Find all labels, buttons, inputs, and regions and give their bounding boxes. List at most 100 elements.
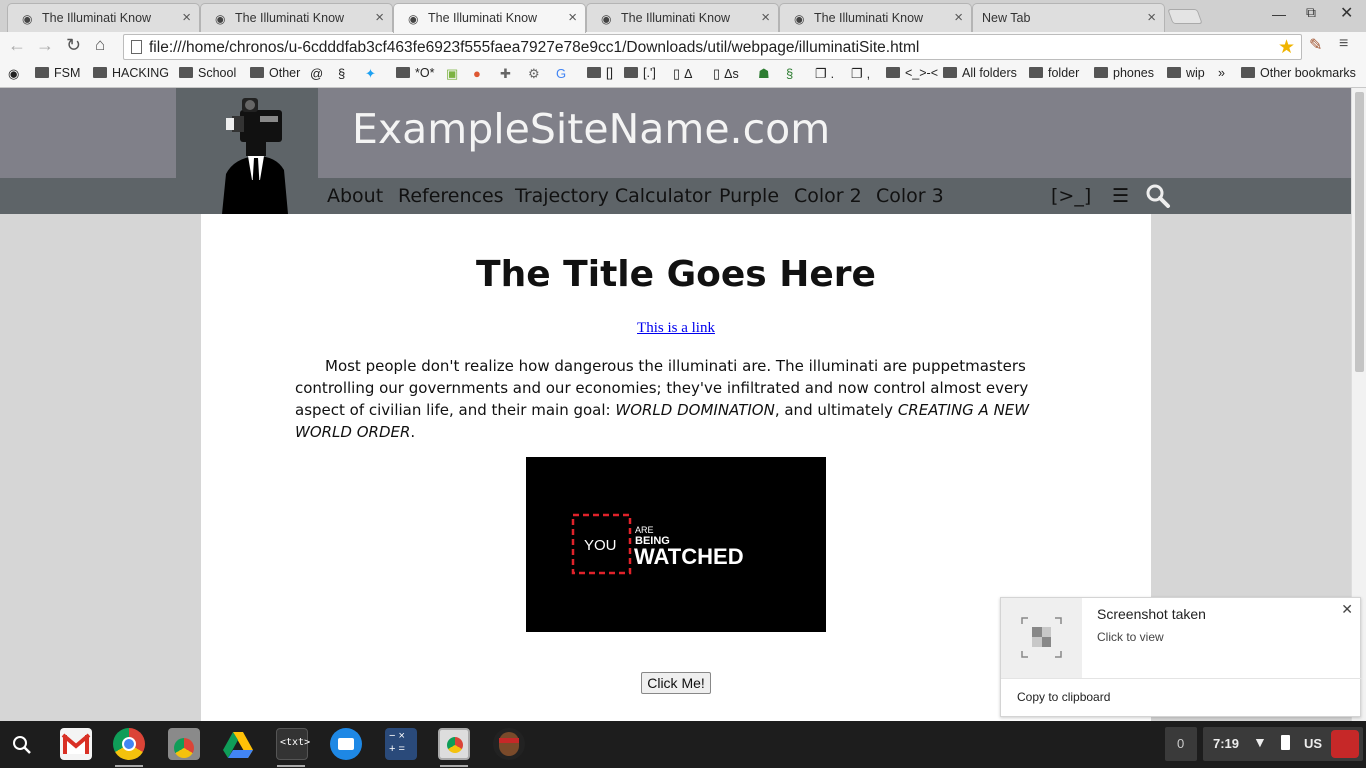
content-link[interactable]: This is a link (201, 320, 1151, 337)
bookmark-gear[interactable]: ⚙ (528, 66, 544, 84)
nav-about[interactable]: About (327, 185, 383, 207)
scrollbar-thumb[interactable] (1355, 92, 1364, 372)
screenshot-notification[interactable]: Screenshot taken Click to view ✕ Copy to… (1000, 597, 1362, 717)
chrome-icon[interactable] (113, 728, 145, 760)
bookmark-folder[interactable]: Other (250, 66, 300, 84)
close-window-icon[interactable]: ✕ (1340, 3, 1353, 23)
bookmark-folder[interactable]: wip (1167, 66, 1205, 84)
close-tab-icon[interactable]: × (954, 9, 963, 26)
site-name[interactable]: ExampleSiteName.com (352, 105, 830, 153)
files-icon[interactable] (330, 728, 362, 760)
site-logo[interactable] (176, 88, 318, 214)
gmail-icon[interactable] (60, 728, 92, 760)
ninja-app-icon[interactable] (493, 728, 525, 760)
browser-tab[interactable]: New Tab × (972, 3, 1165, 32)
bookmark-android[interactable]: ▣ (446, 66, 462, 84)
tab-title: The Illuminati Know (621, 11, 731, 25)
menu-icon[interactable]: ≡ (1339, 35, 1348, 53)
bookmarks-overflow-button[interactable]: » (1218, 66, 1225, 84)
new-tab-button[interactable] (1167, 9, 1203, 24)
browser-toolbar: ← → ↻ ⌂ file:///home/chronos/u-6cdddfab3… (0, 32, 1366, 62)
bookmark-duckduckgo[interactable]: ● (473, 66, 485, 84)
notification-thumbnail (1001, 598, 1082, 678)
browser-tab[interactable]: ◉ The Illuminati Know × (779, 3, 972, 32)
browser-tab[interactable]: ◉ The Illuminati Know × (7, 3, 200, 32)
close-tab-icon[interactable]: × (568, 9, 577, 26)
you-are-being-watched-image: YOU ARE BEING WATCHED (526, 457, 826, 632)
duckduckgo-icon: ● (473, 66, 481, 81)
close-tab-icon[interactable]: × (761, 9, 770, 26)
camera-head-man-icon (222, 98, 288, 214)
nav-references[interactable]: References (398, 185, 504, 207)
folder-icon (179, 67, 193, 78)
bookmark-snake[interactable]: § (786, 66, 797, 84)
bookmark-translate[interactable]: G (556, 66, 570, 84)
notification-count[interactable]: 0 (1165, 727, 1197, 761)
bookmark-folder[interactable]: School (179, 66, 236, 84)
tab-title: The Illuminati Know (235, 11, 345, 25)
browser-window-icon[interactable] (438, 728, 470, 760)
nav-color-2[interactable]: Color 2 (794, 185, 862, 207)
system-tray[interactable]: 7:19 ▼ US (1203, 727, 1363, 761)
bookmark-folder[interactable]: *O* (396, 66, 434, 84)
back-arrow-icon[interactable]: ← (8, 35, 26, 56)
calculator-icon[interactable]: − × + = (385, 728, 417, 760)
browser-tab[interactable]: ◉ The Illuminati Know × (586, 3, 779, 32)
bookmark-folder[interactable]: [.'] (624, 66, 656, 84)
google-drive-icon[interactable] (222, 728, 254, 760)
minimize-icon[interactable]: — (1272, 6, 1286, 22)
bookmark-swirl[interactable]: @ (310, 66, 327, 84)
bookmark-page[interactable]: ▯ Δs (713, 66, 739, 84)
copy-to-clipboard-button[interactable]: Copy to clipboard (1017, 690, 1110, 704)
forward-arrow-icon[interactable]: → (36, 35, 54, 56)
launcher-search-icon[interactable] (12, 735, 32, 755)
bookmark-folder[interactable]: folder (1029, 66, 1079, 84)
page-title: The Title Goes Here (476, 254, 876, 295)
eye-icon: ◉ (215, 12, 226, 26)
click-me-button[interactable]: Click Me! (641, 672, 711, 694)
nav-color-3[interactable]: Color 3 (876, 185, 944, 207)
close-tab-icon[interactable]: × (1147, 9, 1156, 26)
nav-purple[interactable]: Purple (719, 185, 779, 207)
text-editor-icon[interactable]: <txt> (276, 728, 310, 760)
extension-icon[interactable]: ✎ (1309, 35, 1322, 55)
alien-icon: ☗ (758, 66, 770, 81)
hamburger-menu-icon[interactable]: ☰ (1112, 185, 1129, 207)
chrome-window-icon[interactable] (168, 728, 200, 760)
tab-title: The Illuminati Know (814, 11, 924, 25)
bookmark-star-icon[interactable]: ★ (1278, 36, 1295, 59)
bookmark-page[interactable]: ▯ Δ (673, 66, 693, 84)
bookmark-folder[interactable]: All folders (943, 66, 1017, 84)
banner-you: YOU (584, 537, 617, 554)
folder-icon (93, 67, 107, 78)
bookmark-puzzle[interactable]: ✚ (500, 66, 515, 84)
close-tab-icon[interactable]: × (375, 9, 384, 26)
page-icon (131, 40, 142, 54)
bookmark-twitter[interactable]: ✦ (365, 66, 380, 84)
bookmark-folder[interactable]: <_>-< (886, 66, 938, 84)
address-bar[interactable]: file:///home/chronos/u-6cdddfab3cf463fe6… (123, 34, 1302, 60)
close-icon[interactable]: ✕ (1341, 601, 1353, 618)
terminal-button[interactable]: [>_] (1051, 185, 1091, 207)
bookmark-s-logo[interactable]: § (338, 66, 349, 84)
nav-trajectory-calculator[interactable]: Trajectory Calculator (515, 185, 711, 207)
bookmark-folder[interactable]: phones (1094, 66, 1154, 84)
bookmark-pages[interactable]: ❐, (851, 66, 870, 84)
close-tab-icon[interactable]: × (182, 9, 191, 26)
search-icon[interactable] (1145, 184, 1171, 208)
browser-tab-active[interactable]: ◉ The Illuminati Know × (393, 3, 586, 33)
bookmark-pages[interactable]: ❐. (815, 66, 834, 84)
bookmark-folder[interactable]: HACKING (93, 66, 169, 84)
other-bookmarks[interactable]: Other bookmarks (1241, 66, 1356, 84)
bookmark-eye[interactable]: ◉ (8, 66, 23, 84)
eye-icon: ◉ (22, 12, 33, 26)
restore-icon[interactable]: ⧉ (1306, 4, 1316, 21)
home-icon[interactable]: ⌂ (95, 35, 105, 55)
browser-tab[interactable]: ◉ The Illuminati Know × (200, 3, 393, 32)
bookmark-folder[interactable]: FSM (35, 66, 80, 84)
reload-icon[interactable]: ↻ (66, 35, 81, 56)
notification-subtitle: Click to view (1097, 630, 1164, 644)
bookmark-alien[interactable]: ☗ (758, 66, 774, 84)
running-indicator (440, 765, 468, 767)
bookmark-folder[interactable]: [] (587, 66, 613, 84)
